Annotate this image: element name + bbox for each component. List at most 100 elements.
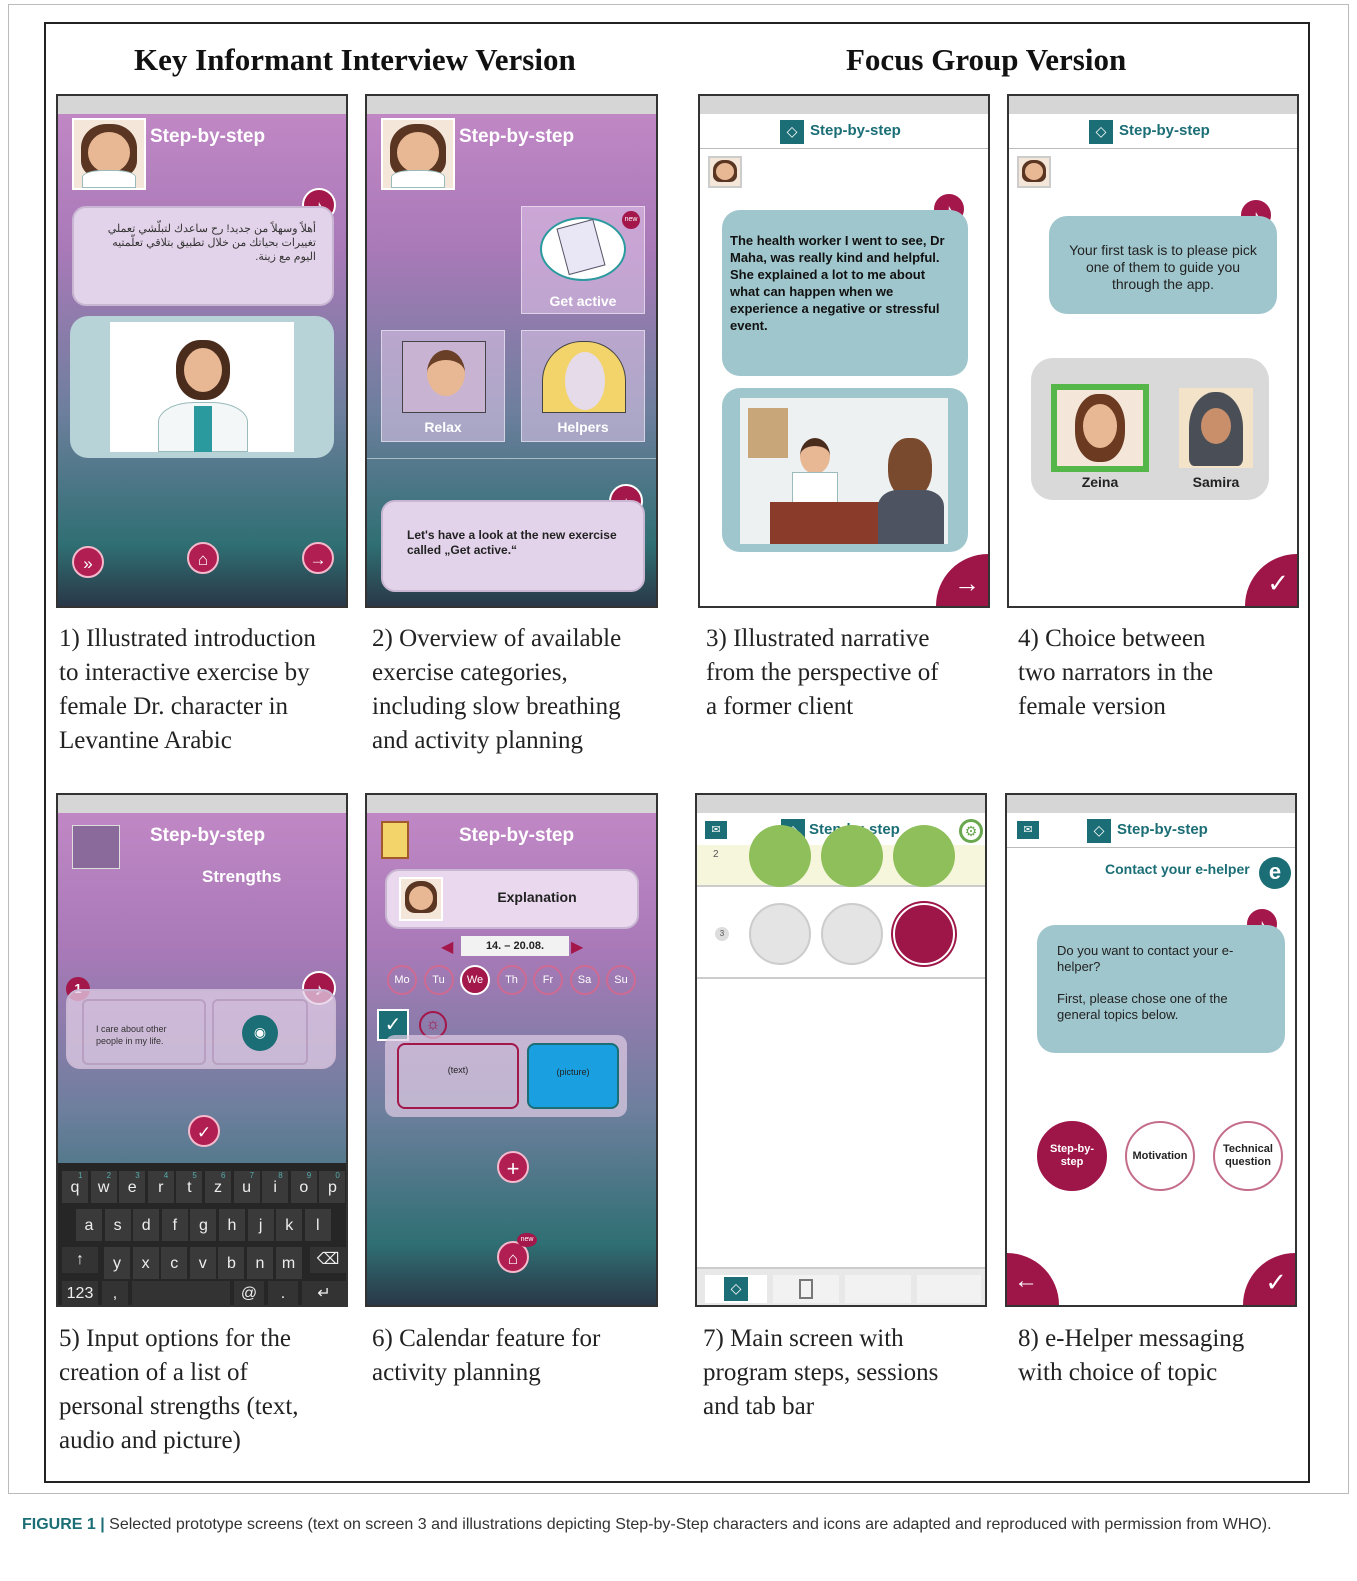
prev-week-icon[interactable]: ◀ [441,937,453,957]
key-y[interactable]: y [104,1247,130,1279]
topic-step-by-step[interactable]: Step-by-step [1037,1121,1107,1191]
photo-input[interactable]: ◉ [212,999,308,1065]
arrow-right-icon[interactable]: → [302,542,334,574]
fast-forward-icon[interactable]: » [72,546,104,578]
arrow-left-icon[interactable]: ← [1007,1253,1059,1305]
tile-relax[interactable]: Relax [381,330,505,442]
picture-entry[interactable]: (picture) [527,1043,619,1109]
gear-icon[interactable]: ⚙ [959,819,983,843]
arrow-right-icon[interactable]: → [936,554,988,606]
key-q[interactable]: q [62,1171,88,1203]
backspace-key[interactable]: ⌫ [310,1247,346,1273]
day-sa[interactable]: Sa [569,965,600,995]
enter-key[interactable]: ↵ [302,1281,346,1305]
narrator-avatar [1017,156,1051,188]
key-p[interactable]: p [319,1171,346,1203]
mail-icon[interactable]: ✉ [705,821,727,839]
caption-6: 6) Calendar feature for activity planning [372,1325,601,1386]
caption-7: 7) Main screen with program steps, sessio… [703,1325,939,1420]
narrator-option-samira[interactable] [1179,388,1253,468]
day-tu[interactable]: Tu [423,965,454,995]
numbers-key[interactable]: 123 [62,1281,98,1305]
key-o[interactable]: o [290,1171,317,1203]
key-d[interactable]: d [133,1209,160,1241]
space-key[interactable] [132,1281,230,1305]
check-icon[interactable]: ✓ [188,1115,220,1147]
illustration-bubble [722,388,968,552]
key-s[interactable]: s [104,1209,131,1241]
camera-icon[interactable]: ◉ [242,1015,278,1051]
key-e[interactable]: e [119,1171,146,1203]
tile-get-active[interactable]: new Get active [521,206,645,314]
key-t[interactable]: t [176,1171,203,1203]
session-circle[interactable] [749,903,811,965]
comma-key[interactable]: , [102,1281,128,1305]
day-fr[interactable]: Fr [533,965,563,995]
session-circle[interactable] [749,825,811,887]
day-we[interactable]: We [460,965,490,995]
key-u[interactable]: u [233,1171,260,1203]
tile-helpers[interactable]: Helpers [521,330,645,442]
key-m[interactable]: m [275,1247,302,1279]
key-z[interactable]: z [205,1171,231,1203]
key-c[interactable]: c [161,1247,188,1279]
home-icon[interactable]: ⌂ [187,542,219,574]
key-a[interactable]: a [76,1209,102,1241]
session-circle[interactable] [821,903,883,965]
doctor-video[interactable] [110,322,294,452]
day-mo[interactable]: Mo [387,965,417,995]
key-r[interactable]: r [147,1171,174,1203]
app-title: Step-by-step [1117,821,1208,838]
app-title: Step-by-step [1119,122,1210,139]
narrator-name: Samira [1192,474,1240,490]
figure-label: FIGURE 1 | [22,1516,105,1533]
tab-home[interactable]: ◇ [705,1275,767,1303]
next-week-icon[interactable]: ▶ [571,937,583,957]
explanation-panel[interactable]: Explanation [385,869,639,929]
dot-key[interactable]: . [268,1281,298,1305]
check-icon[interactable]: ✓ [1245,554,1297,606]
topic-motivation[interactable]: Motivation [1125,1121,1195,1191]
screen-6: Step-by-step Explanation ◀ 14. – 20.08. … [365,793,658,1307]
key-j[interactable]: j [247,1209,274,1241]
app-title: Step-by-step [459,126,575,147]
shift-key[interactable]: ↑ [62,1247,98,1273]
screen-7: ✉ ◇ Step-by-step ⚙ 2 3 ◇ [695,793,987,1307]
mail-icon[interactable]: ✉ [1017,821,1039,839]
tile-label: Get active [549,293,617,309]
day-th[interactable]: Th [496,965,527,995]
check-icon[interactable]: ✓ [1243,1253,1295,1305]
strength-text-input[interactable]: I care about other people in my life. [82,999,206,1065]
day-su[interactable]: Su [606,965,636,995]
plus-icon[interactable]: + [497,1151,529,1183]
session-circle[interactable] [821,825,883,887]
caption-2: 2) Overview of available exercise categor… [372,625,622,754]
logo-icon: ◇ [780,120,804,144]
heading-key-informant: Key Informant Interview Version [134,42,576,77]
key-i[interactable]: i [262,1171,289,1203]
key-f[interactable]: f [161,1209,188,1241]
key-l[interactable]: l [304,1209,331,1241]
key-b[interactable]: b [218,1247,245,1279]
tab-3[interactable] [845,1275,911,1303]
text-entry[interactable]: (text) [397,1043,519,1109]
topic-technical-question[interactable]: Technical question [1213,1121,1283,1191]
key-x[interactable]: x [132,1247,159,1279]
key-hint: 1 [78,1171,83,1180]
key-v[interactable]: v [189,1247,216,1279]
screen-2: Step-by-step new Get active Relax Helper… [365,94,658,608]
key-w[interactable]: w [90,1171,117,1203]
narrator-option-zeina[interactable] [1051,384,1149,472]
at-key[interactable]: @ [234,1281,264,1305]
session-circle-active[interactable] [893,903,955,965]
app-title: Step-by-step [150,825,266,846]
tab-notes[interactable] [773,1275,839,1303]
key-k[interactable]: k [276,1209,303,1241]
app-title: Step-by-step [150,126,266,147]
key-h[interactable]: h [219,1209,245,1241]
key-g[interactable]: g [190,1209,217,1241]
tab-4[interactable] [917,1275,981,1303]
key-n[interactable]: n [247,1247,273,1279]
screen-3: ◇ Step-by-step ♪ The health worker I wen… [698,94,990,608]
session-circle[interactable] [893,825,955,887]
